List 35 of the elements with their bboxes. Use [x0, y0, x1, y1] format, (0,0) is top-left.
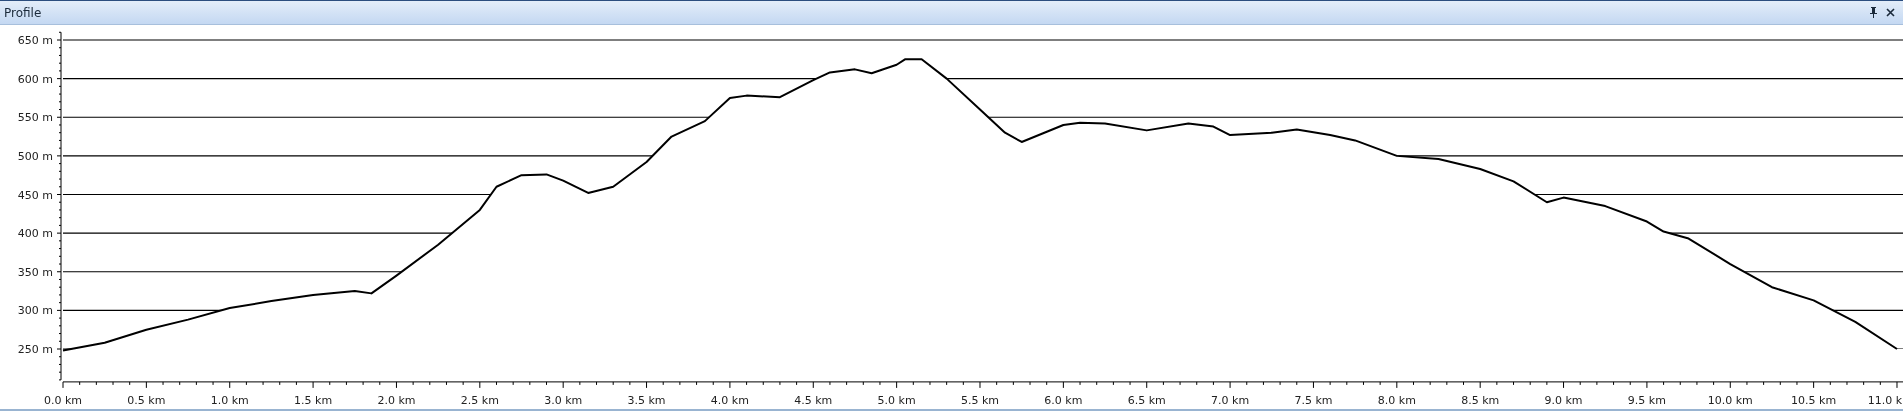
close-icon[interactable] — [1886, 8, 1895, 17]
axis-label: 1.0 km — [210, 393, 249, 407]
axis-label: 400 m — [17, 227, 53, 241]
axis-label: 8.0 km — [1377, 393, 1416, 407]
axis-label: 6.0 km — [1044, 393, 1083, 407]
axis-label: 4.5 km — [794, 393, 833, 407]
axis-label: 550 m — [17, 111, 53, 125]
axis-label: 10.5 km — [1791, 393, 1837, 407]
panel-title: Profile — [4, 4, 42, 22]
axis-label: 450 m — [17, 188, 53, 202]
axis-label: 300 m — [17, 304, 53, 318]
axis-label: 6.5 km — [1127, 393, 1166, 407]
axis-label: 3.0 km — [544, 393, 583, 407]
axis-label: 11.0 k — [1867, 393, 1902, 407]
axis-label: 600 m — [17, 72, 53, 86]
axis-label: 350 m — [17, 265, 53, 279]
pin-icon[interactable] — [1869, 7, 1878, 18]
axis-label: 9.0 km — [1544, 393, 1583, 407]
axis-label: 5.5 km — [960, 393, 1000, 407]
axis-label: 1.5 km — [294, 393, 333, 407]
axis-label: 4.0 km — [710, 393, 749, 407]
axis-label: 500 m — [17, 149, 53, 163]
axis-label: 7.5 km — [1294, 393, 1333, 407]
axis-label: 2.5 km — [460, 393, 499, 407]
axis-label: 250 m — [17, 343, 53, 356]
axis-label: 2.0 km — [377, 393, 416, 407]
axis-label: 5.0 km — [877, 393, 916, 407]
axis-label: 0.0 km — [43, 393, 83, 407]
axis-label: 7.0 km — [1211, 393, 1250, 407]
axis-label: 0.5 km — [127, 393, 166, 407]
axis-label: 650 m — [17, 34, 53, 47]
axis-label: 8.5 km — [1461, 393, 1500, 407]
axis-label: 9.5 km — [1627, 393, 1666, 407]
axis-label: 3.5 km — [627, 393, 666, 407]
axis-label: 10.0 km — [1707, 393, 1753, 407]
